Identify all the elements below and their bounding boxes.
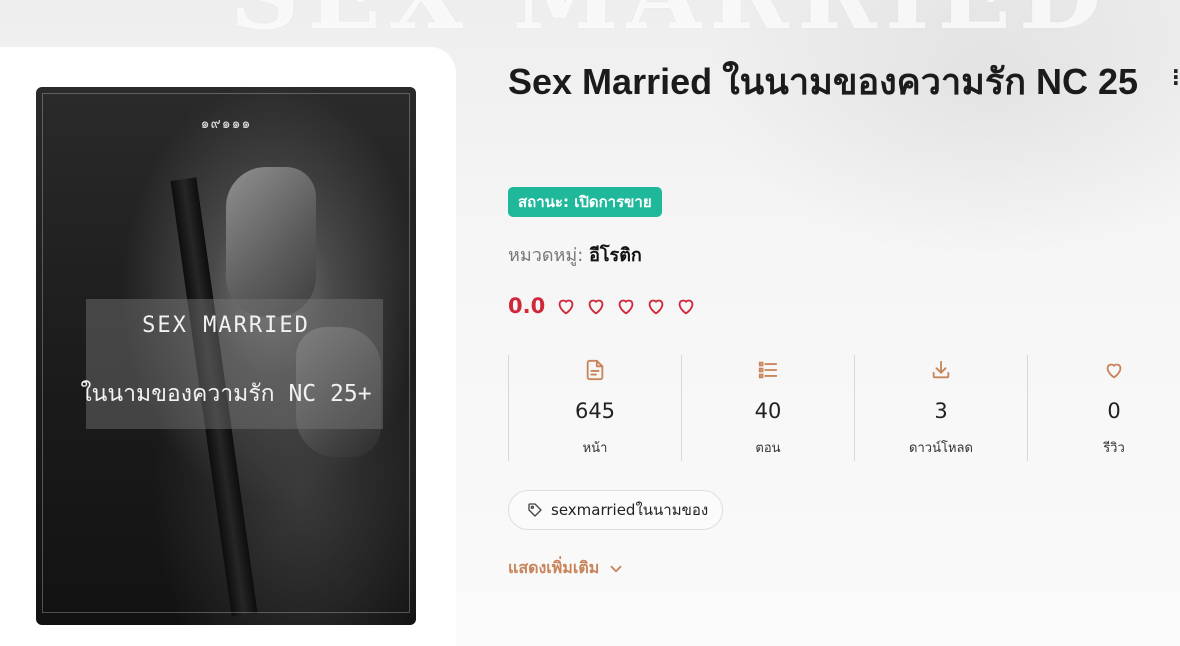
rating-heart-icon[interactable] xyxy=(645,295,667,317)
stat-value: 40 xyxy=(754,399,782,423)
background-watermark: SEX MARRIED xyxy=(230,0,1110,51)
category-label: หมวดหมู่: xyxy=(508,245,584,266)
tag-label: sexmarriedในนามของ xyxy=(551,501,709,519)
tag-icon xyxy=(528,503,542,517)
category: หมวดหมู่: อีโรติก xyxy=(508,240,642,269)
rating-heart-icon[interactable] xyxy=(555,295,577,317)
more-options-icon[interactable]: · · · xyxy=(1172,61,1180,93)
rating: 0.0 xyxy=(508,294,705,318)
stat-value: 645 xyxy=(574,399,616,423)
rating-score: 0.0 xyxy=(508,294,546,318)
cover-title-line1: SEX MARRIED xyxy=(142,313,310,338)
stat-reviews: 0 รีวิว xyxy=(1027,355,1180,461)
stat-chapters: 40 ตอน xyxy=(681,355,854,461)
cover-title-line2: ในนามของความรัก NC 25+ xyxy=(80,381,372,407)
document-icon xyxy=(586,359,604,381)
heart-icon xyxy=(1106,363,1122,379)
chevron-down-icon xyxy=(610,565,622,572)
stats-bar: 645 หน้า 40 ตอน 3 ดาวน์โหลด 0 รีวิว xyxy=(508,355,1180,461)
stat-downloads: 3 ดาวน์โหลด xyxy=(854,355,1027,461)
stat-label: รีวิว xyxy=(1103,441,1125,456)
rating-heart-icon[interactable] xyxy=(585,295,607,317)
category-value[interactable]: อีโรติก xyxy=(589,245,642,266)
stat-label: หน้า xyxy=(582,441,608,456)
status-badge: สถานะ: เปิดการขาย xyxy=(508,187,662,217)
tag-chip[interactable]: sexmarriedในนามของ xyxy=(508,490,724,530)
show-more-label: แสดงเพิ่มเติม xyxy=(508,558,600,577)
title-area: Sex Married ในนามของความรัก NC 25 xyxy=(508,52,1168,112)
rating-heart-icon[interactable] xyxy=(615,295,637,317)
cover-ornament: ๑๙๑๑๑ xyxy=(200,116,252,132)
stat-label: ดาวน์โหลด xyxy=(909,441,973,456)
book-cover[interactable]: ๑๙๑๑๑ SEX MARRIED ในนามของความรัก NC 25+ xyxy=(36,87,416,625)
book-title: Sex Married ในนามของความรัก NC 25 xyxy=(508,61,1139,102)
stat-value: 3 xyxy=(934,399,948,423)
list-icon xyxy=(758,361,778,379)
rating-heart-icon[interactable] xyxy=(675,295,697,317)
download-icon xyxy=(932,360,950,379)
stat-pages: 645 หน้า xyxy=(508,355,681,461)
rating-hearts xyxy=(555,295,705,317)
stat-value: 0 xyxy=(1107,399,1121,423)
show-more-button[interactable]: แสดงเพิ่มเติม xyxy=(508,556,625,581)
stat-label: ตอน xyxy=(755,441,781,456)
